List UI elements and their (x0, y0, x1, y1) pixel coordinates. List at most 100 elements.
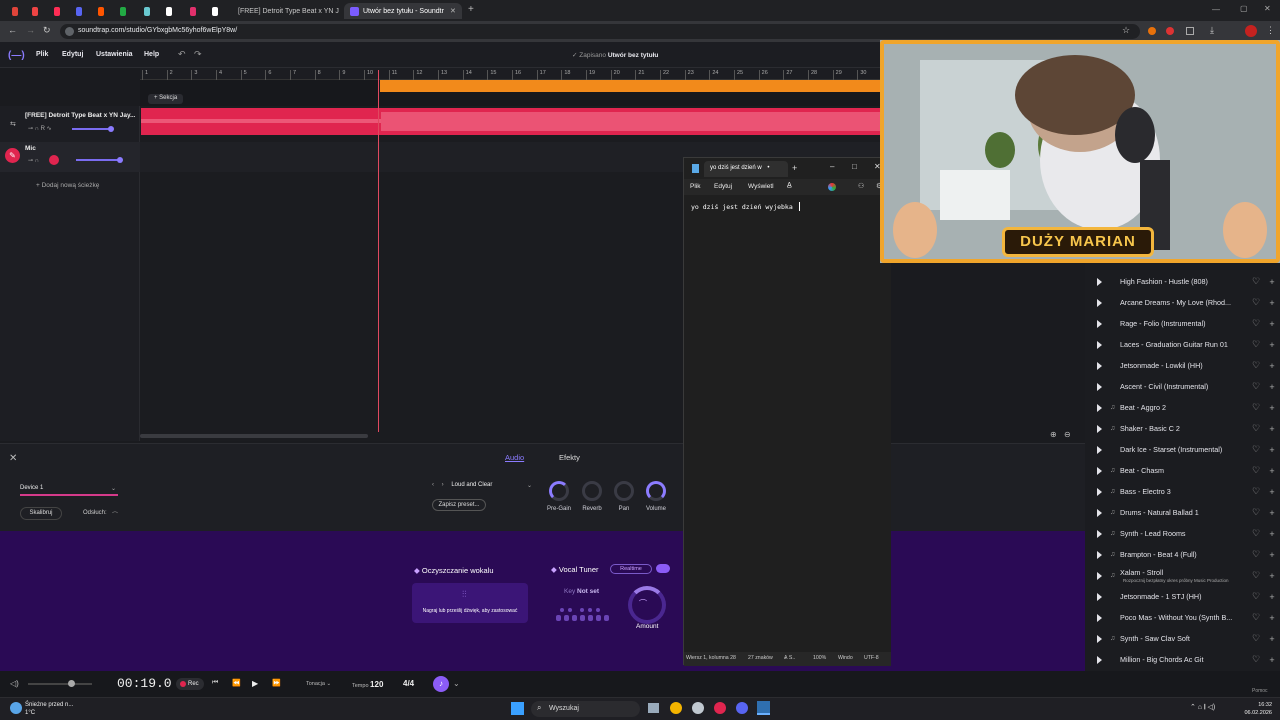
vocal-cleanup-dropzone[interactable]: ⫶⫶ Nagraj lub prześlij dźwięk, aby zasto… (412, 583, 528, 623)
record-button[interactable]: Rec (176, 678, 204, 690)
audio-region[interactable] (141, 108, 880, 135)
section-lane[interactable]: + Sekcja (140, 80, 880, 106)
add-to-project-icon[interactable]: + (1264, 592, 1280, 602)
metronome-icon[interactable]: ♪ (433, 676, 449, 692)
minimize-icon[interactable]: – (830, 162, 834, 171)
library-row[interactable]: ♫ Synth - Lead Rooms ♡ + (1085, 523, 1280, 544)
volume-slider-thumb[interactable] (108, 126, 114, 132)
calibrate-button[interactable]: Skalibruj (20, 507, 62, 520)
zoom-in-icon[interactable]: ⊕ (1050, 430, 1057, 439)
notepad-tab[interactable]: yo dziś jest dzień w • (704, 161, 788, 177)
help-link[interactable]: Pomoc (1252, 688, 1268, 694)
favorite-heart-icon[interactable]: ♡ (1248, 654, 1264, 665)
add-to-project-icon[interactable]: + (1264, 361, 1280, 371)
zoom-out-icon[interactable]: ⊖ (1064, 430, 1071, 439)
chrome-menu-icon[interactable]: ⋮ (1266, 25, 1275, 36)
library-row[interactable]: Dark Ice - Starset (Instrumental) ♡ + (1085, 439, 1280, 460)
add-to-project-icon[interactable]: + (1264, 529, 1280, 539)
project-title[interactable]: Utwór bez tytułu (608, 52, 659, 59)
browser-tab[interactable] (92, 3, 110, 19)
play-preview-icon[interactable] (1097, 655, 1102, 664)
play-preview-icon[interactable] (1097, 382, 1102, 391)
new-tab-icon[interactable]: + (468, 4, 474, 15)
add-to-project-icon[interactable]: + (1264, 382, 1280, 392)
amount-knob[interactable]: ⌒ (628, 586, 666, 624)
play-preview-icon[interactable] (1097, 571, 1102, 580)
play-preview-icon[interactable] (1097, 592, 1102, 601)
master-volume-thumb[interactable] (68, 680, 75, 687)
library-row[interactable]: Arcane Dreams - My Love (Rhod... ♡ + (1085, 292, 1280, 313)
volume-knob[interactable] (646, 481, 666, 501)
favorite-heart-icon[interactable]: ♡ (1248, 549, 1264, 560)
browser-tab[interactable] (184, 3, 202, 19)
play-preview-icon[interactable] (1097, 445, 1102, 454)
menu-edit[interactable]: Edytuj (714, 183, 732, 190)
windows-start-icon[interactable] (511, 702, 524, 715)
tab-effects[interactable]: Efekty (559, 453, 580, 462)
play-preview-icon[interactable] (1097, 319, 1102, 328)
profile-icon[interactable]: ⚇ (858, 182, 864, 190)
spellcheck-icon[interactable]: Ѧ S.. (784, 655, 795, 661)
pregain-knob[interactable] (549, 481, 569, 501)
notepad-taskbar-icon[interactable] (757, 701, 770, 715)
browser-tab[interactable] (48, 3, 66, 19)
forward-icon[interactable]: → (26, 25, 35, 35)
editor-text[interactable]: yo dziś jest dzień wyjebka (691, 203, 793, 211)
redo-icon[interactable]: ↷ (194, 49, 202, 60)
time-signature[interactable]: 4/4 (403, 679, 414, 688)
fast-forward-icon[interactable]: ⏩ (272, 679, 281, 687)
app-taskbar-icon[interactable] (714, 702, 726, 714)
tuner-keyboard[interactable] (556, 607, 612, 621)
library-row[interactable]: Million - Big Chords Ac Git ♡ + (1085, 649, 1280, 670)
taskbar-search[interactable]: ⌕ Wyszukaj (531, 701, 640, 717)
loop-region[interactable] (380, 80, 880, 92)
favorite-heart-icon[interactable]: ♡ (1248, 297, 1264, 308)
favorite-heart-icon[interactable]: ♡ (1248, 570, 1264, 581)
library-row[interactable]: Jetsonmade - Lowkil (HH) ♡ + (1085, 355, 1280, 376)
play-preview-icon[interactable] (1097, 550, 1102, 559)
extension-icon[interactable] (1148, 27, 1156, 35)
favorite-heart-icon[interactable]: ♡ (1248, 633, 1264, 644)
favorite-heart-icon[interactable]: ♡ (1248, 339, 1264, 350)
library-row[interactable]: Ascent - Civil (Instrumental) ♡ + (1085, 376, 1280, 397)
add-to-project-icon[interactable]: + (1264, 424, 1280, 434)
track-header-mic[interactable]: ✎ Mic ⊸ ∩ (0, 142, 140, 172)
favorite-heart-icon[interactable]: ♡ (1248, 612, 1264, 623)
track-controls[interactable]: ⊸ ∩ R ∿ (28, 125, 52, 132)
favorite-heart-icon[interactable]: ♡ (1248, 507, 1264, 518)
menu-help[interactable]: Help (144, 51, 159, 58)
favorite-heart-icon[interactable]: ♡ (1248, 276, 1264, 287)
play-preview-icon[interactable] (1097, 403, 1102, 412)
track-name[interactable]: Mic (25, 145, 36, 152)
add-track-button[interactable]: + Dodaj nową ścieżkę (36, 182, 99, 189)
library-row[interactable]: ♫ Beat - Aggro 2 ♡ + (1085, 397, 1280, 418)
site-info-icon[interactable] (65, 27, 74, 36)
library-row[interactable]: ♫ Brampton - Beat 4 (Full) ♡ + (1085, 544, 1280, 565)
favorite-heart-icon[interactable]: ♡ (1248, 360, 1264, 371)
menu-view[interactable]: Wyświetl (748, 183, 774, 190)
maximize-icon[interactable]: ▢ (1240, 4, 1248, 13)
track-header[interactable]: ⇆ [FREE] Detroit Type Beat x YN Jay... ⊸… (0, 108, 140, 138)
tray-icons[interactable]: ⌃ ⌂ 𝄃 ◁) (1190, 703, 1215, 712)
reverb-knob[interactable] (582, 481, 602, 501)
favorite-heart-icon[interactable]: ♡ (1248, 381, 1264, 392)
minimize-icon[interactable]: — (1212, 5, 1220, 14)
add-to-project-icon[interactable]: + (1264, 508, 1280, 518)
add-to-project-icon[interactable]: + (1264, 277, 1280, 287)
library-row[interactable]: High Fashion - Hustle (808) ♡ + (1085, 271, 1280, 292)
play-preview-icon[interactable] (1097, 487, 1102, 496)
favorite-heart-icon[interactable]: ♡ (1248, 528, 1264, 539)
play-preview-icon[interactable] (1097, 613, 1102, 622)
app-taskbar-icon[interactable] (692, 702, 704, 714)
bookmark-star-icon[interactable]: ☆ (1122, 25, 1130, 36)
skip-back-icon[interactable]: ⏮ (212, 679, 218, 687)
menu-file[interactable]: Plik (690, 183, 700, 190)
play-preview-icon[interactable] (1097, 466, 1102, 475)
chevron-down-icon[interactable]: ⌄ (453, 679, 460, 688)
rewind-icon[interactable]: ⏪ (232, 679, 241, 687)
copilot-icon[interactable] (828, 183, 836, 191)
volume-slider[interactable] (76, 159, 120, 161)
menu-edit[interactable]: Edytuj (62, 51, 83, 58)
play-preview-icon[interactable] (1097, 529, 1102, 538)
download-icon[interactable]: ⤓ (1210, 25, 1214, 36)
